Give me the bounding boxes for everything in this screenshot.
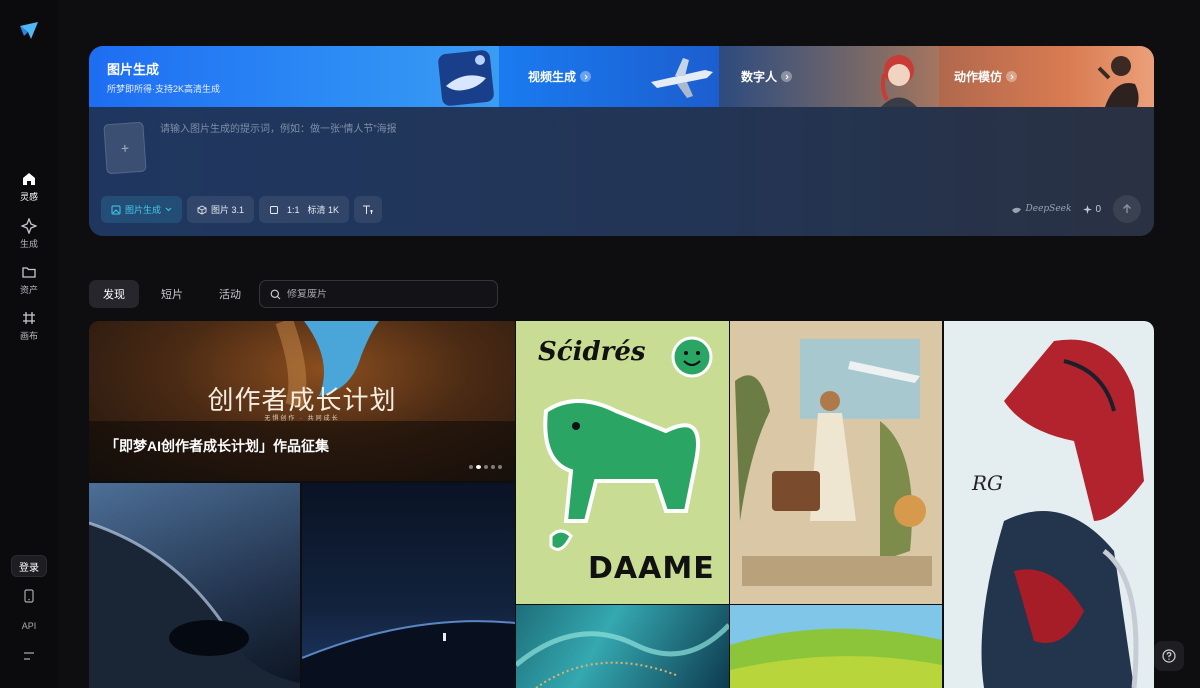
aspect-ratio-icon xyxy=(270,205,279,214)
feature-caption: 「即梦AI创作者成长计划」作品征集 xyxy=(105,438,329,454)
mode-label: 图片生成 xyxy=(125,205,162,215)
banner-video-generation[interactable]: 视频生成 xyxy=(499,46,719,107)
banner-digital-human[interactable]: 数字人 xyxy=(719,46,939,107)
chevron-right-icon xyxy=(781,71,793,82)
sparkle-icon xyxy=(1083,204,1093,214)
help-icon xyxy=(1162,649,1176,663)
search-icon xyxy=(270,289,281,299)
home-icon xyxy=(23,173,35,185)
paper-collage-traveler-image xyxy=(735,339,932,586)
robot-signature: RG xyxy=(972,471,1004,495)
gallery-item-hills[interactable] xyxy=(730,605,942,688)
mecha-robot-image xyxy=(981,339,1144,688)
credit-count: 0 xyxy=(1083,204,1101,215)
prompt-right-tools: DeepSeek 0 xyxy=(1011,195,1141,223)
gallery-item-sticker[interactable]: Sćidrés DAAME xyxy=(516,321,729,604)
night-horizon-image xyxy=(302,620,515,688)
airplane-art-image xyxy=(651,58,713,98)
whale-icon xyxy=(1011,207,1021,213)
motion-imitation-label: 动作模仿 xyxy=(954,70,1003,84)
sticker-bottom-text: DAAME xyxy=(588,551,715,586)
image-icon xyxy=(111,205,121,214)
content-tabs: 发现 短片 活动 xyxy=(89,280,255,308)
gallery-item-swirl[interactable] xyxy=(516,605,729,688)
api-link[interactable]: API xyxy=(0,621,58,631)
teal-swirl-image xyxy=(516,623,729,688)
feature-tagline: 无惧创作 · 共同成长 xyxy=(264,416,340,422)
sidebar-item-label: 生成 xyxy=(19,239,38,249)
deepseek-toggle[interactable]: DeepSeek xyxy=(1011,204,1072,214)
tab-events[interactable]: 活动 xyxy=(205,280,255,308)
carousel-dot[interactable] xyxy=(491,465,495,469)
feature-banner: 图片生成 所梦即所得·支持2K高清生成 视频生成 数字人 动作模仿 xyxy=(89,46,1154,107)
whale-art-image xyxy=(438,50,494,106)
feature-title: 创作者成长计划 xyxy=(207,386,397,416)
text-style-button[interactable] xyxy=(354,196,383,223)
canvas-icon xyxy=(23,312,35,324)
banner-title: 图片生成 xyxy=(107,61,160,77)
sidebar-item-canvas[interactable]: 画布 xyxy=(0,310,58,342)
green-hills-image xyxy=(730,628,942,688)
digital-human-label: 数字人 xyxy=(741,70,778,84)
digital-human-portrait-image xyxy=(881,55,917,107)
gallery-item-mecha[interactable]: RG xyxy=(944,321,1154,688)
prompt-input[interactable]: 请输入图片生成的提示词，例如：做一张“情人节”海报 xyxy=(160,120,397,135)
sparkle-icon xyxy=(21,218,37,234)
model-selector[interactable]: 图片 3.1 xyxy=(187,196,255,223)
gallery-item-horizon[interactable] xyxy=(302,483,515,688)
search-box xyxy=(259,280,498,308)
plus-icon: + xyxy=(120,139,130,157)
carousel-indicator[interactable] xyxy=(469,465,502,469)
app-root: 灵感 生成 资产 画布 登录 API 图片生成 所梦即所得·支持2K高清生成 视… xyxy=(0,0,1200,688)
gallery-item-collage[interactable] xyxy=(730,321,942,604)
model-label: 图片 3.1 xyxy=(211,205,245,215)
credit-value: 0 xyxy=(1095,203,1101,215)
hero-panel: 图片生成 所梦即所得·支持2K高清生成 视频生成 数字人 动作模仿 + 请输入图… xyxy=(89,46,1154,236)
text-format-icon xyxy=(363,205,374,214)
sidebar-item-label: 资产 xyxy=(19,285,38,295)
tab-discover[interactable]: 发现 xyxy=(89,280,139,308)
send-button[interactable] xyxy=(1113,195,1141,223)
carousel-dot[interactable] xyxy=(484,465,488,469)
carousel-dot[interactable] xyxy=(469,465,473,469)
tab-shorts[interactable]: 短片 xyxy=(147,280,197,308)
banner-motion-imitation[interactable]: 动作模仿 xyxy=(939,46,1154,107)
gallery-item-wave[interactable] xyxy=(89,483,300,688)
sidebar-item-label: 画布 xyxy=(19,331,38,341)
quality-label: 标清 1K xyxy=(307,205,340,215)
carousel-dot[interactable] xyxy=(476,465,481,469)
chevron-right-icon xyxy=(580,71,592,82)
folder-icon xyxy=(22,267,36,278)
mobile-icon[interactable] xyxy=(0,589,58,603)
feature-card[interactable]: 创作者成长计划 无惧创作 · 共同成长 「即梦AI创作者成长计划」作品征集 xyxy=(89,321,515,481)
search-input[interactable] xyxy=(287,288,477,300)
banner-image-generation[interactable]: 图片生成 所梦即所得·支持2K高清生成 xyxy=(89,46,499,107)
carousel-dot[interactable] xyxy=(498,465,502,469)
help-button[interactable] xyxy=(1154,641,1184,671)
banner-subtitle: 所梦即所得·支持2K高清生成 xyxy=(107,83,221,94)
abstract-wave-image xyxy=(89,521,300,688)
app-logo[interactable] xyxy=(18,20,40,42)
prompt-area: + 请输入图片生成的提示词，例如：做一张“情人节”海报 图片生成 图片 3.1 … xyxy=(89,107,1154,236)
chevron-right-icon xyxy=(1006,71,1018,82)
mode-selector[interactable]: 图片生成 xyxy=(101,196,183,223)
sidebar-item-label: 灵感 xyxy=(19,192,38,202)
sidebar-item-generate[interactable]: 生成 xyxy=(0,218,58,250)
deepseek-label: DeepSeek xyxy=(1025,204,1072,214)
sidebar-item-inspiration[interactable]: 灵感 xyxy=(0,171,58,203)
menu-icon[interactable] xyxy=(0,651,58,661)
cube-icon xyxy=(197,204,207,215)
upload-reference-button[interactable]: + xyxy=(103,121,147,175)
chevron-down-icon xyxy=(165,207,172,212)
motion-figure-image xyxy=(1097,56,1139,107)
sidebar: 灵感 生成 资产 画布 登录 API xyxy=(0,0,58,688)
ratio-quality-selector[interactable]: 1:1 标清 1K xyxy=(259,196,350,223)
video-generation-label: 视频生成 xyxy=(528,70,577,84)
login-button[interactable]: 登录 xyxy=(11,555,47,577)
prompt-toolbar: 图片生成 图片 3.1 1:1 标清 1K xyxy=(101,196,383,223)
arrow-up-icon xyxy=(1123,204,1131,213)
ratio-label: 1:1 xyxy=(287,204,300,215)
sidebar-item-assets[interactable]: 资产 xyxy=(0,264,58,296)
